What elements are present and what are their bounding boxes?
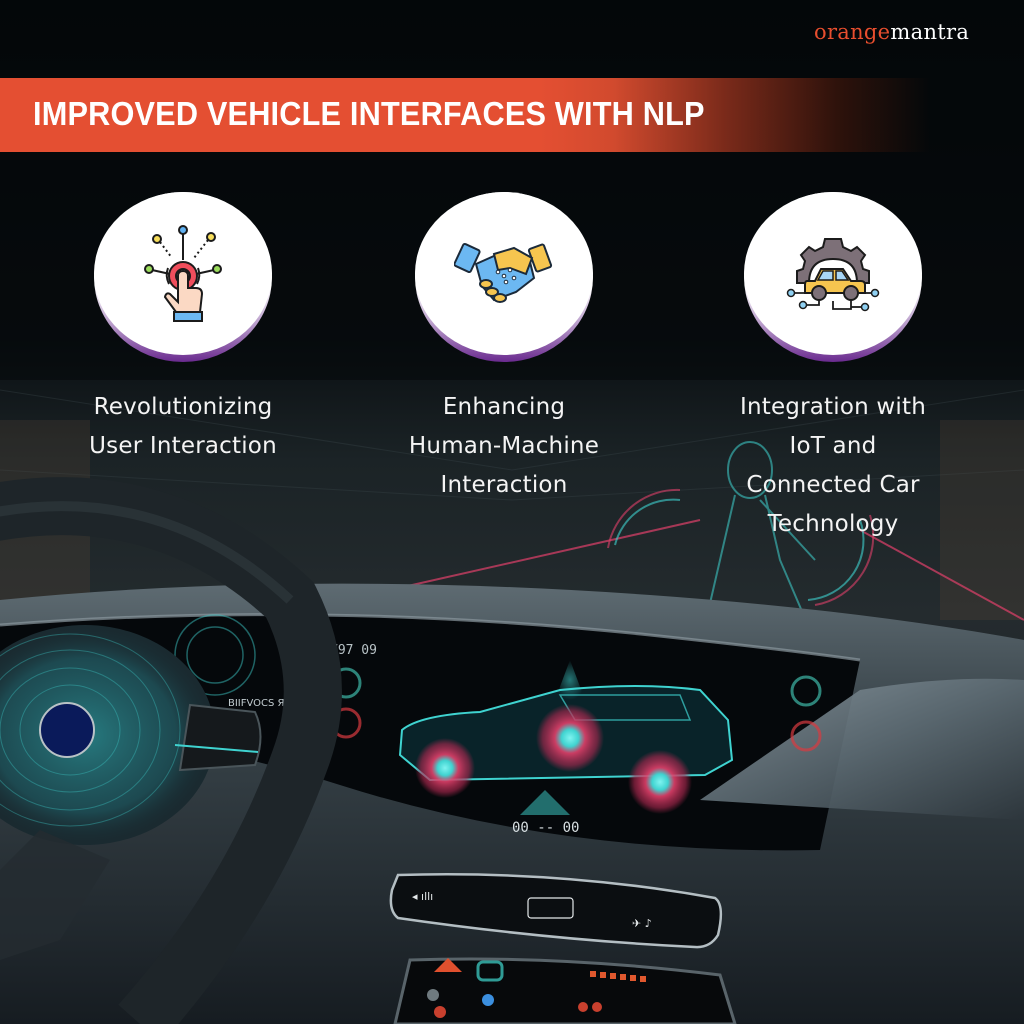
connected-car-gear-icon — [786, 237, 880, 311]
brand-logo: orangemantra — [814, 20, 969, 44]
feature-label: Revolutionizing User Interaction — [33, 388, 333, 466]
feature-user-interaction: Revolutionizing User Interaction — [33, 192, 333, 466]
feature-label-line: Enhancing — [442, 394, 566, 420]
svg-text:✈ ♪: ✈ ♪ — [632, 917, 652, 930]
feature-label-line: IoT and — [789, 433, 877, 459]
feature-label-line: Connected Car — [746, 472, 920, 498]
page-title: IMPROVED VEHICLE INTERFACES WITH NLP — [33, 95, 705, 132]
screen-readout-bottom: 00 -- 00 — [512, 820, 579, 836]
handshake-icon — [454, 242, 553, 303]
feature-label: Enhancing Human-Machine Interaction — [354, 388, 654, 505]
feature-icon-circle — [94, 192, 272, 362]
feature-label-line: User Interaction — [89, 433, 277, 459]
feature-icon-circle — [415, 192, 593, 362]
feature-label-line: Revolutionizing — [93, 394, 273, 420]
svg-text:◂ ıllı: ◂ ıllı — [412, 890, 433, 903]
feature-label-line: Integration with — [739, 394, 927, 420]
feature-label: Integration with IoT and Connected Car T… — [683, 388, 983, 544]
feature-label-line: Interaction — [440, 472, 568, 498]
feature-label-line: Technology — [767, 511, 899, 537]
feature-iot-connected-car: Integration with IoT and Connected Car T… — [683, 192, 983, 544]
feature-human-machine-interaction: Enhancing Human-Machine Interaction — [354, 192, 654, 505]
cluster-text: BIIFVOCS ЯG — [228, 698, 292, 709]
brand-logo-orange: orange — [814, 20, 891, 44]
touch-interaction-icon — [144, 224, 222, 322]
feature-icon-circle — [744, 192, 922, 362]
brand-logo-mantra: mantra — [890, 20, 970, 44]
feature-label-line: Human-Machine — [408, 433, 600, 459]
title-banner: IMPROVED VEHICLE INTERFACES WITH NLP — [0, 78, 930, 152]
